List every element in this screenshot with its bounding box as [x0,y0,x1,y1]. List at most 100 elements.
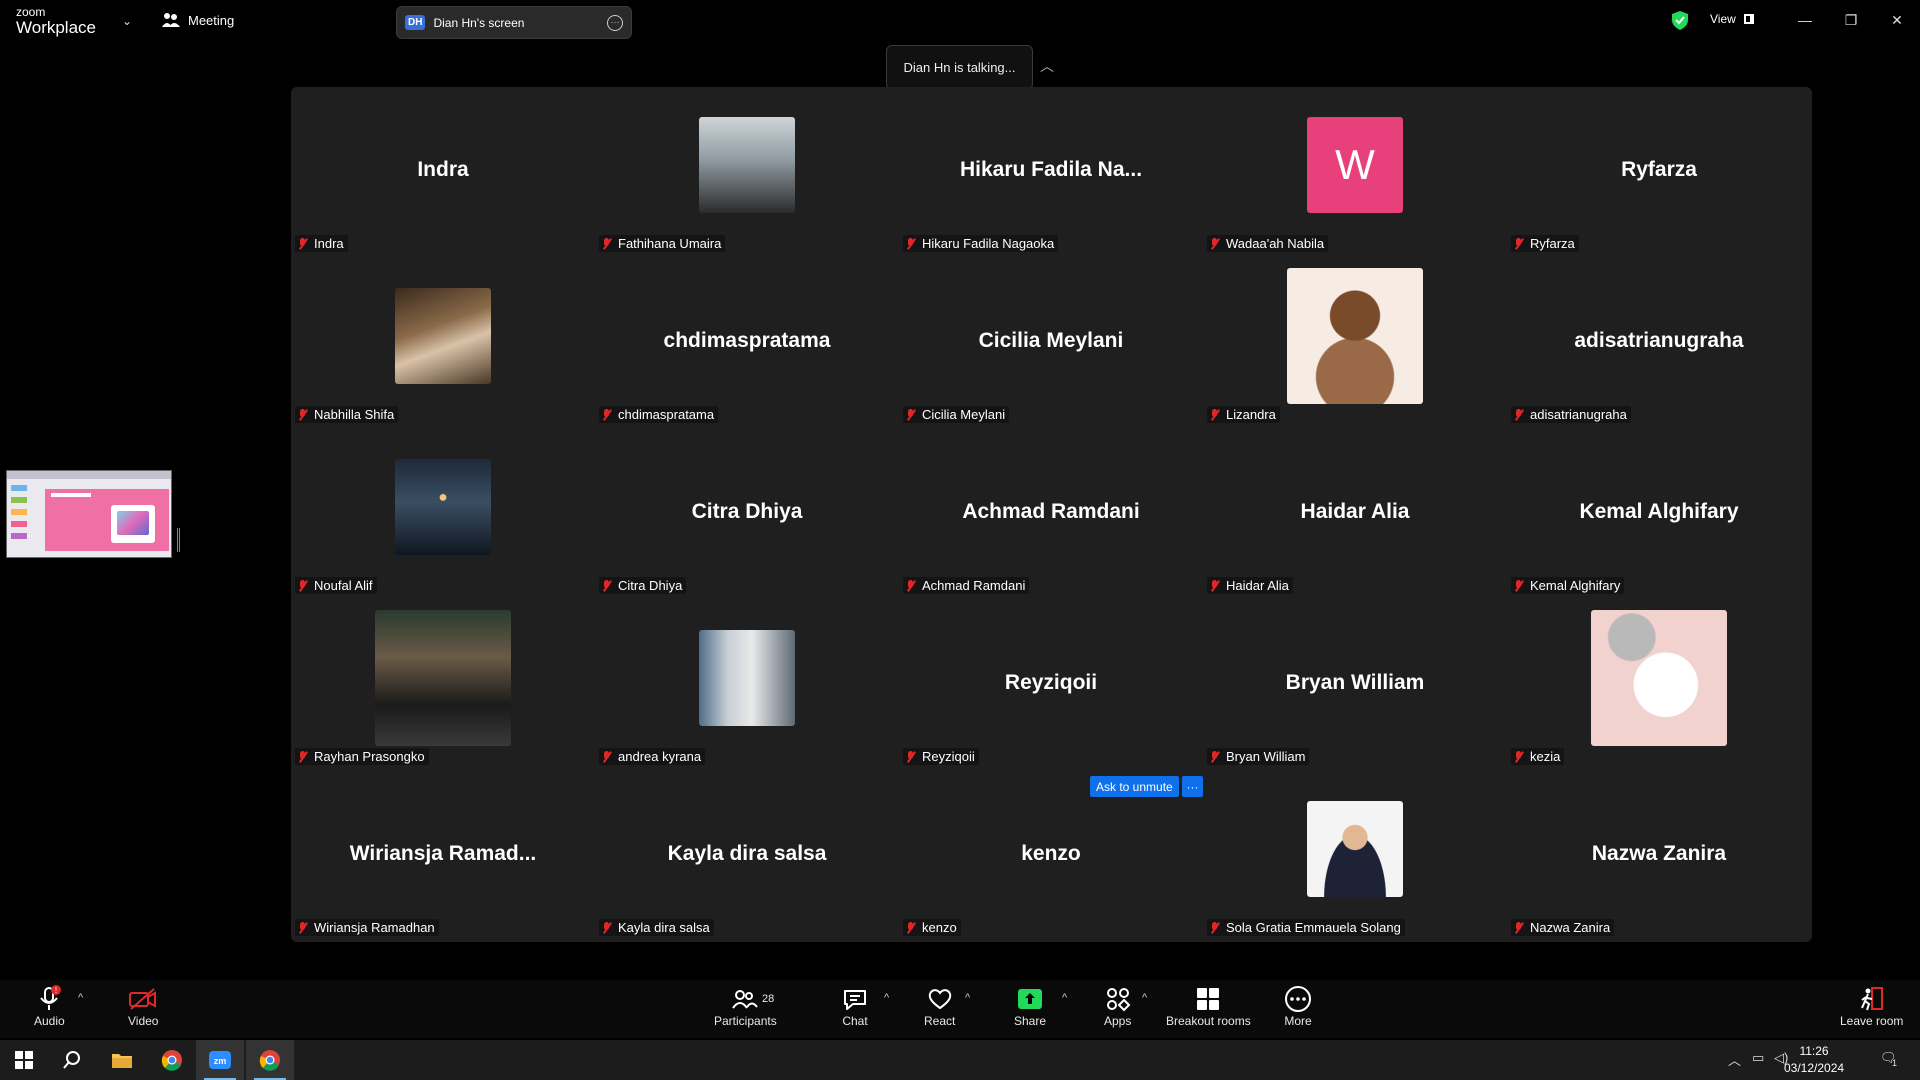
participant-video [375,610,511,746]
participant-video [395,459,491,555]
participant-tile[interactable]: Nabhilla Shifa [291,258,595,429]
participant-tile[interactable]: andrea kyrana [595,600,899,771]
zoom-taskbar-icon[interactable]: zm [196,1040,244,1080]
apps-button[interactable]: Apps [1104,984,1131,1028]
windows-start-icon[interactable] [0,1040,48,1080]
react-options-caret-icon[interactable]: ^ [965,992,970,1004]
participant-tile[interactable]: chdimaspratama chdimaspratama [595,258,899,429]
tile-more-button[interactable]: ··· [1182,776,1203,797]
participant-tile[interactable]: Rayhan Prasongko [291,600,595,771]
encryption-shield-icon[interactable] [1672,11,1688,30]
mic-muted-icon [905,408,917,422]
mic-muted-icon [1209,579,1221,593]
participant-tile[interactable]: Indra Indra [291,87,595,258]
react-button[interactable]: React [924,984,955,1028]
chevron-up-icon[interactable]: ︿ [1040,56,1054,76]
network-icon[interactable]: ▭ [1752,1050,1764,1066]
participant-tile[interactable]: adisatrianugraha adisatrianugraha [1507,258,1811,429]
participant-tile[interactable]: Kayla dira salsa Kayla dira salsa [595,771,899,942]
participant-name: kezia [1530,749,1561,764]
mic-muted-icon [601,237,613,251]
participant-name: Rayhan Prasongko [314,749,425,764]
chat-options-caret-icon[interactable]: ^ [884,992,889,1004]
thumbnail-slide-icon [11,485,27,491]
participant-name-label: Reyziqoii [903,748,979,765]
participant-tile[interactable]: Noufal Alif [291,429,595,600]
participant-name-label: Nabhilla Shifa [295,406,399,423]
minimize-icon[interactable]: — [1790,8,1820,32]
participant-display-name: adisatrianugraha [1574,328,1744,352]
restore-icon[interactable]: ❐ [1836,8,1866,32]
audio-options-caret-icon[interactable]: ^ [78,992,83,1004]
participant-tile[interactable]: Citra Dhiya Citra Dhiya [595,429,899,600]
mic-muted-icon [601,579,613,593]
leave-room-button[interactable]: Leave room [1840,984,1903,1028]
more-button[interactable]: More [1284,984,1312,1028]
participant-name: Noufal Alif [314,578,373,593]
search-icon[interactable] [48,1040,96,1080]
audio-button[interactable]: ! Audio [34,984,65,1028]
shared-screen-thumbnail[interactable] [6,470,172,558]
participant-tile[interactable]: Haidar Alia Haidar Alia [1203,429,1507,600]
tray-expand-icon[interactable]: ︿ [1728,1050,1741,1069]
participant-tile[interactable]: kezia [1507,600,1811,771]
chevron-down-icon[interactable]: ⌄ [122,14,132,28]
participant-tile[interactable]: Sola Gratia Emmauela Solang [1203,771,1507,942]
thumbnail-topbar [7,471,171,479]
participant-name: andrea kyrana [618,749,702,764]
participant-video [699,630,795,726]
participant-tile[interactable]: Ryfarza Ryfarza [1507,87,1811,258]
participant-name-label: chdimaspratama [599,406,719,423]
apps-icon [1105,984,1131,1014]
view-button[interactable]: View [1710,12,1754,26]
meeting-label: Meeting [188,12,235,28]
participant-name-label: Indra [295,235,348,252]
participant-tile[interactable]: Wiriansja Ramad... Wiriansja Ramadhan [291,771,595,942]
video-button[interactable]: Video [128,984,158,1028]
participant-name: Cicilia Meylani [922,407,1006,422]
participant-tile[interactable]: Kemal Alghifary Kemal Alghifary [1507,429,1811,600]
zoom-workplace-logo[interactable]: zoom Workplace [16,6,96,36]
ask-to-unmute-button[interactable]: Ask to unmute [1090,776,1179,797]
logo-big-text: Workplace [16,18,96,37]
meeting-button[interactable]: Meeting [162,12,234,28]
participant-video [1287,268,1423,404]
share-label: Share [1014,1014,1047,1028]
thumbnail-resize-handle[interactable] [177,528,180,552]
breakout-rooms-label: Breakout rooms [1166,1014,1251,1028]
participant-display-name: Hikaru Fadila Na... [959,157,1143,181]
participant-tile[interactable]: Reyziqoii Reyziqoii [899,600,1203,771]
participant-tile[interactable]: Hikaru Fadila Na... Hikaru Fadila Nagaoka [899,87,1203,258]
view-label: View [1710,12,1736,26]
screen-options-icon[interactable]: ··· [607,14,623,31]
close-icon[interactable]: ✕ [1882,8,1912,32]
participant-tile[interactable]: Bryan William Bryan William [1203,600,1507,771]
participant-tile[interactable]: Lizandra [1203,258,1507,429]
chat-button[interactable]: Chat [842,984,868,1028]
participants-label: Participants [714,1014,777,1028]
participant-video [1591,610,1727,746]
mic-muted-icon [1513,750,1525,764]
chrome-icon[interactable] [148,1040,196,1080]
mic-muted-icon [297,579,309,593]
chrome-window-icon[interactable] [246,1040,294,1080]
participant-tile[interactable]: W Wadaa'ah Nabila [1203,87,1507,258]
share-button[interactable]: Share [1014,984,1046,1028]
more-label: More [1284,1014,1312,1028]
thumbnail-slide-image [111,505,155,543]
viewing-screen-pill[interactable]: DH Dian Hn's screen ··· [396,6,632,39]
participant-tile[interactable]: Fathihana Umaira [595,87,899,258]
participant-name-label: Kemal Alghifary [1511,577,1625,594]
apps-options-caret-icon[interactable]: ^ [1142,992,1147,1004]
participant-tile[interactable]: Cicilia Meylani Cicilia Meylani [899,258,1203,429]
chat-icon [842,984,868,1014]
participant-name: Wadaa'ah Nabila [1226,236,1325,251]
breakout-rooms-button[interactable]: Breakout rooms [1166,984,1251,1028]
share-options-caret-icon[interactable]: ^ [1062,992,1067,1004]
participant-tile[interactable]: Nazwa Zanira Nazwa Zanira [1507,771,1811,942]
meeting-people-icon [162,13,180,27]
participant-tile[interactable]: Achmad Ramdani Achmad Ramdani [899,429,1203,600]
participants-button[interactable]: Participants [714,984,777,1028]
file-explorer-icon[interactable] [98,1040,146,1080]
system-clock[interactable]: 11:26 03/12/2024 [1784,1043,1844,1077]
